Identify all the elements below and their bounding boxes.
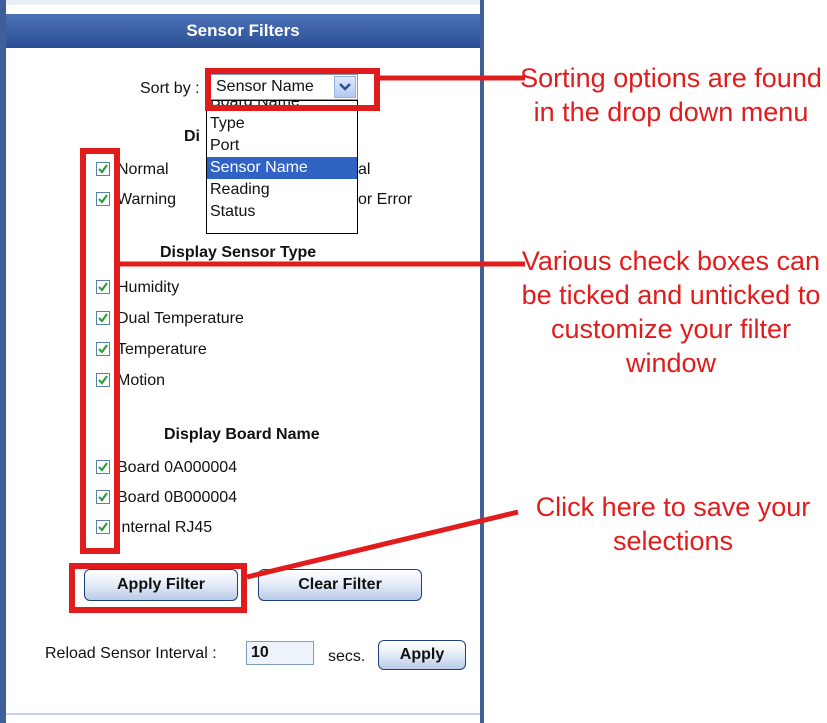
checkboxes-callout-text: Various check boxes can be ticked and un… — [521, 246, 821, 378]
save-callout-text: Click here to save your selections — [535, 492, 811, 556]
save-callout-line — [246, 509, 519, 580]
sorting-callout-text: Sorting options are found in the drop do… — [520, 63, 822, 127]
